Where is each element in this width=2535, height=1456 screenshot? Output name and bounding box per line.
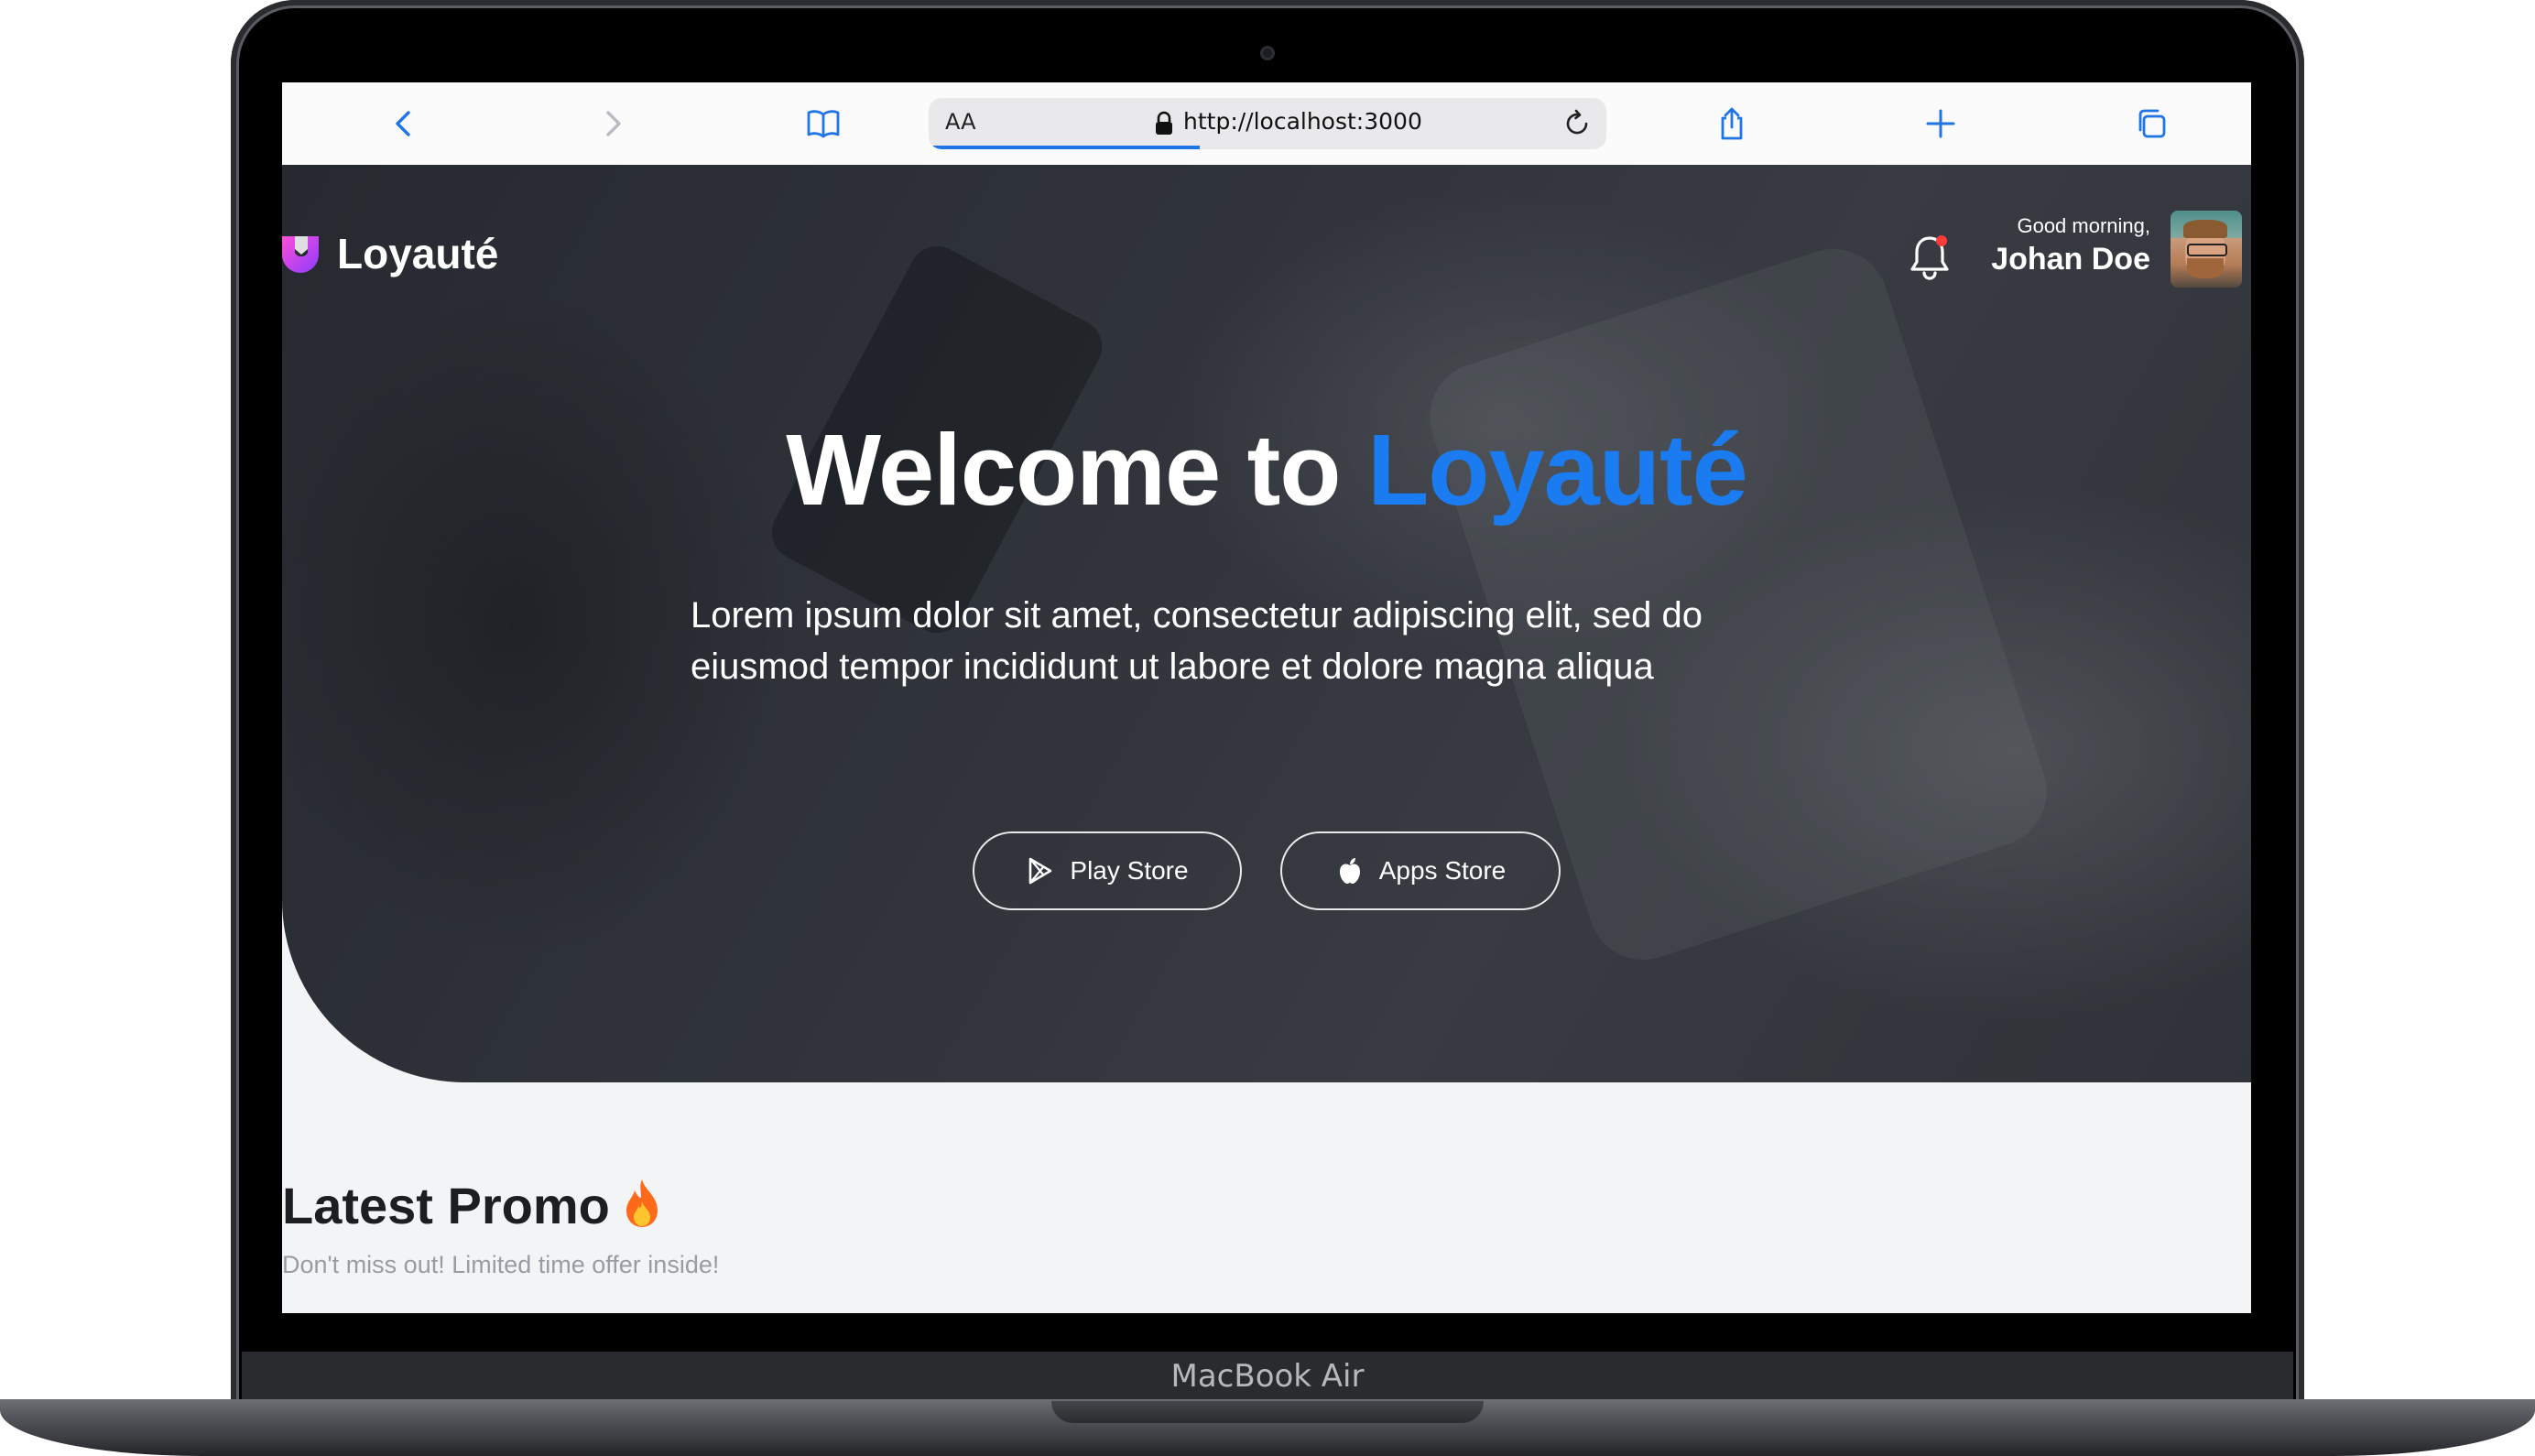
play-store-icon: [1029, 857, 1052, 885]
text-size-button[interactable]: AA: [945, 109, 976, 135]
address-bar[interactable]: AA http://localhost:3000: [929, 98, 1606, 149]
camera-icon: [1260, 46, 1275, 60]
bookmarks-button[interactable]: [802, 103, 844, 145]
forward-button[interactable]: [592, 103, 634, 145]
hero-title-prefix: Welcome to: [786, 414, 1341, 527]
brand-logo[interactable]: Loyauté: [282, 229, 498, 278]
user-name: Johan Doe: [1991, 242, 2150, 277]
lock-icon: [1156, 111, 1172, 135]
screen: AA http://localhost:3000 Loyauté Good mo…: [282, 82, 2251, 1313]
url-text: http://localhost:3000: [1183, 108, 1422, 135]
greeting-text: Good morning,: [2017, 214, 2150, 237]
chevron-left-icon: [396, 111, 410, 136]
fire-icon: [626, 1179, 658, 1227]
tabs-icon: [2138, 109, 2166, 138]
promo-title: Latest Promo: [282, 1176, 663, 1235]
tabs-button[interactable]: [2130, 103, 2172, 145]
browser-toolbar: AA http://localhost:3000: [282, 82, 2251, 166]
reload-icon[interactable]: [1559, 105, 1595, 142]
hero-description: Lorem ipsum dolor sit amet, consectetur …: [691, 595, 1703, 687]
chevron-right-icon: [606, 111, 621, 136]
avatar[interactable]: [2171, 211, 2242, 288]
book-icon: [807, 110, 840, 138]
apps-store-button[interactable]: Apps Store: [1280, 831, 1561, 910]
laptop-hinge-notch: [1051, 1401, 1484, 1423]
share-button[interactable]: [1711, 103, 1753, 145]
page-load-progress: [929, 146, 1200, 149]
device-label: MacBook Air: [1170, 1358, 1365, 1395]
apple-icon: [1339, 858, 1360, 884]
new-tab-button[interactable]: [1920, 103, 1962, 145]
share-icon: [1721, 107, 1743, 140]
hero-title-accent: Loyauté: [1367, 414, 1748, 527]
hero-title: Welcome to Loyauté: [282, 412, 2251, 528]
back-button[interactable]: [383, 103, 425, 145]
promo-title-text: Latest Promo: [282, 1177, 610, 1234]
promo-subtitle: Don't miss out! Limited time offer insid…: [282, 1251, 720, 1278]
brand-name: Loyauté: [337, 230, 499, 277]
play-store-button[interactable]: Play Store: [973, 831, 1242, 910]
notification-dot: [1936, 235, 1947, 246]
plus-icon: [1926, 109, 1955, 138]
apps-store-label: Apps Store: [1378, 856, 1507, 885]
play-store-label: Play Store: [1070, 856, 1189, 885]
hero-section: Loyauté Good morning, Johan Doe Welcome …: [282, 165, 2251, 1082]
bell-icon[interactable]: [1905, 229, 1954, 284]
logo-icon: [282, 236, 319, 273]
